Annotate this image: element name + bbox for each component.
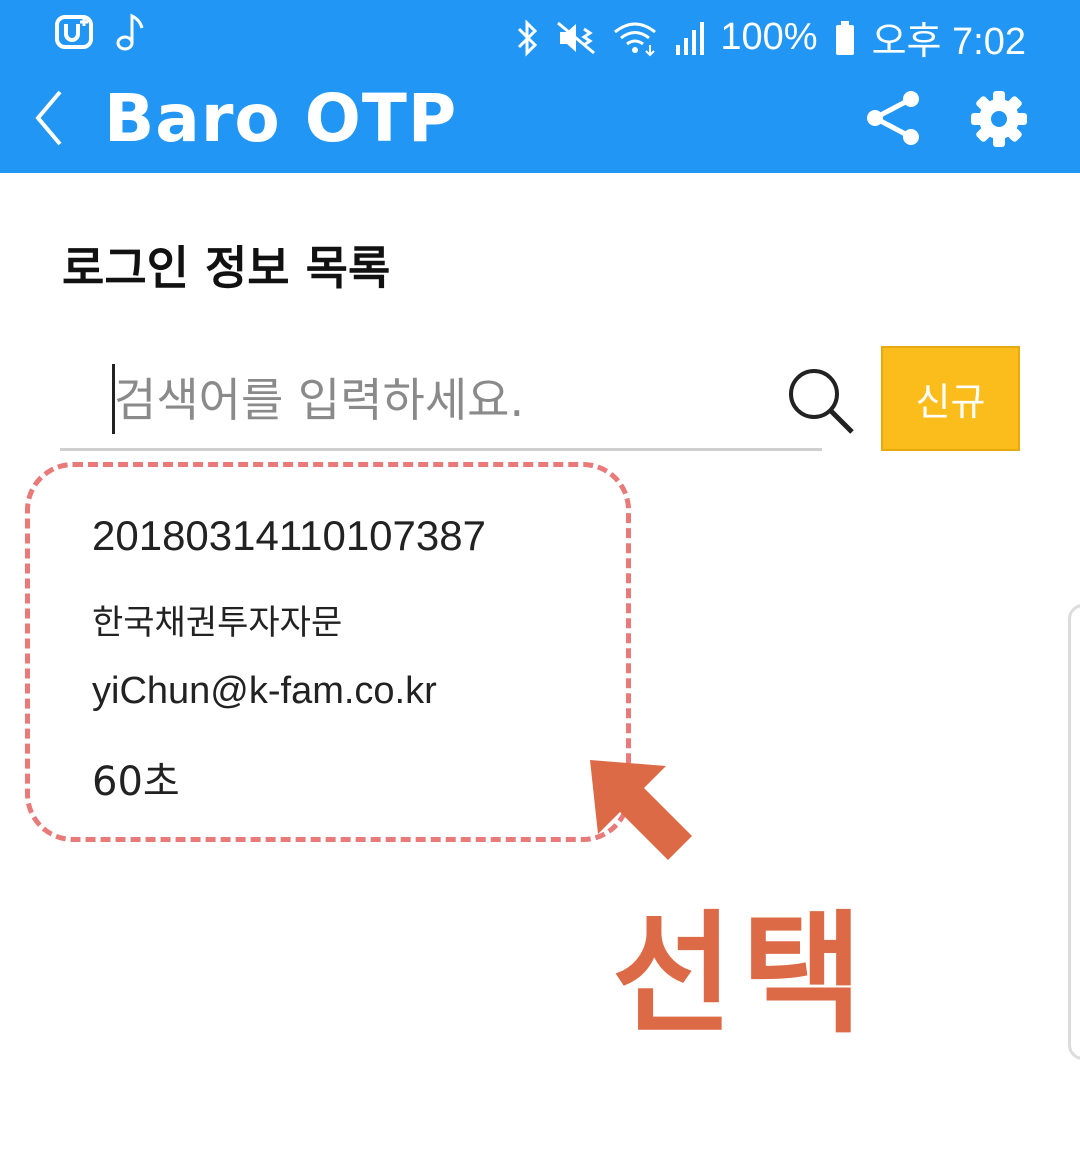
- clock: 오후 7:02: [871, 21, 1026, 63]
- search-bar: [60, 348, 822, 451]
- item-email: yiChun@k-fam.co.kr: [92, 670, 437, 712]
- battery-icon: [835, 20, 854, 55]
- item-id: 20180314110107387: [92, 512, 486, 559]
- search-icon[interactable]: [786, 366, 856, 436]
- search-input[interactable]: [114, 360, 774, 440]
- arrow-annotation-icon: [590, 760, 692, 860]
- page-title: 로그인 정보 목록: [62, 241, 391, 295]
- u-plus-icon: [55, 15, 93, 49]
- status-bar: 100% 오후 7:02: [0, 0, 1080, 66]
- back-icon[interactable]: [30, 88, 70, 148]
- bluetooth-icon: [518, 18, 538, 57]
- app-title: Baro OTP: [104, 80, 458, 157]
- gear-icon[interactable]: [970, 90, 1028, 148]
- signal-icon: [676, 21, 705, 55]
- music-note-icon: [116, 13, 144, 51]
- app-bar: 100% 오후 7:02 Baro OTP: [0, 0, 1080, 173]
- item-interval: 60초: [92, 759, 180, 805]
- list-item[interactable]: 20180314110107387 한국채권투자자문 yiChun@k-fam.…: [25, 462, 631, 842]
- mute-vibrate-icon: [557, 21, 596, 54]
- battery-percent: 100%: [720, 16, 818, 58]
- annotation-label: 선택: [612, 898, 871, 1052]
- text-cursor: [112, 364, 115, 434]
- new-button[interactable]: 신규: [881, 346, 1020, 451]
- share-icon[interactable]: [864, 90, 924, 146]
- item-company: 한국채권투자자문: [92, 603, 343, 643]
- wifi-icon: [614, 22, 657, 56]
- edge-panel-handle[interactable]: [1068, 604, 1080, 1060]
